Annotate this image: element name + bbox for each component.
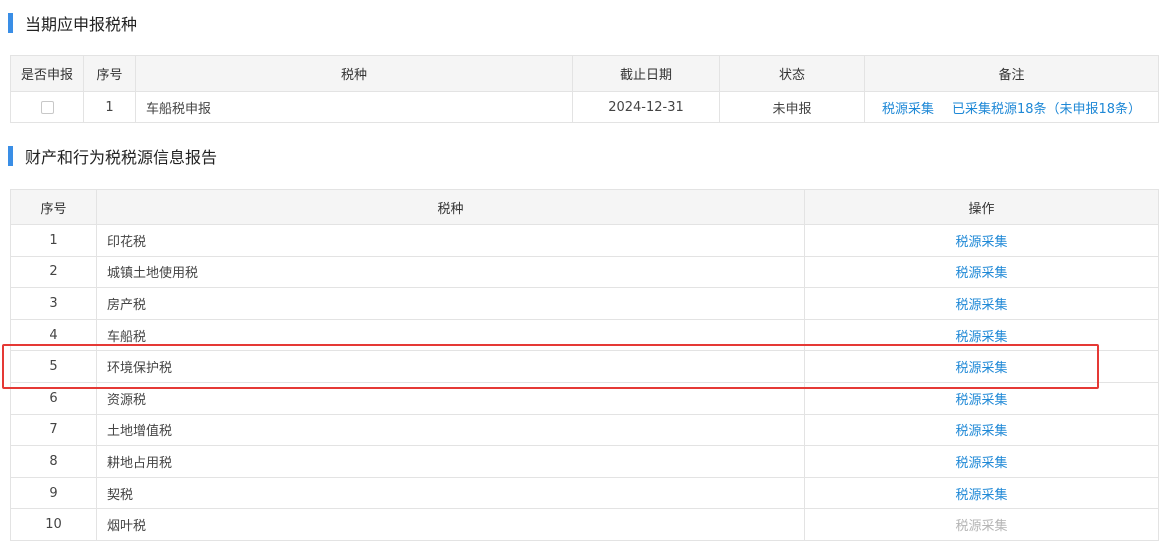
section-title-current-declaration: 当期应申报税种 [8, 12, 137, 34]
tax-source-collect-link[interactable]: 税源采集 [955, 456, 1007, 471]
header-tax-type: 税种 [96, 189, 805, 225]
tax-source-collect-link[interactable]: 税源采集 [955, 424, 1007, 439]
row-index: 5 [10, 350, 97, 383]
row-index: 8 [10, 445, 97, 478]
table-header-row: 序号 税种 操作 [10, 189, 1159, 225]
title-accent-bar [8, 146, 13, 166]
declare-checkbox-cell[interactable] [10, 91, 84, 123]
row-note: 税源采集 已采集税源18条（未申报18条） [864, 91, 1159, 123]
row-index: 7 [10, 413, 97, 447]
table-header-row: 是否申报 序号 税种 截止日期 状态 备注 [10, 55, 1159, 92]
row-tax-type: 车船税 [96, 318, 805, 352]
table-row: 8 耕地占用税 税源采集 [10, 445, 1159, 478]
declare-checkbox[interactable] [40, 100, 54, 114]
row-tax-type: 环境保护税 [96, 350, 805, 383]
row-tax-type: 车船税申报 [135, 91, 573, 123]
header-deadline: 截止日期 [572, 55, 720, 92]
row-index: 4 [10, 318, 97, 352]
row-tax-type: 房产税 [96, 287, 805, 320]
row-deadline: 2024-12-31 [572, 91, 720, 123]
tax-source-collect-link-disabled: 税源采集 [955, 519, 1008, 535]
tax-source-collect-link[interactable]: 税源采集 [955, 488, 1007, 503]
row-tax-type: 契税 [96, 476, 805, 510]
row-index: 3 [10, 287, 97, 320]
row-tax-type: 土地增值税 [96, 413, 805, 447]
current-declaration-table: 是否申报 序号 税种 截止日期 状态 备注 1 车船税申报 2024-12-31… [10, 55, 1159, 123]
row-tax-type: 资源税 [96, 381, 805, 415]
header-note: 备注 [864, 55, 1159, 92]
tax-source-collect-link[interactable]: 税源采集 [955, 298, 1007, 313]
table-row: 4 车船税 税源采集 [10, 318, 1159, 352]
tax-source-collect-link[interactable]: 税源采集 [955, 330, 1007, 345]
tax-source-collect-link[interactable]: 税源采集 [882, 102, 934, 117]
table-row-highlighted: 5 环境保护税 税源采集 [10, 350, 1159, 383]
row-index: 2 [10, 255, 97, 289]
row-tax-type: 耕地占用税 [96, 445, 805, 478]
table-row: 2 城镇土地使用税 税源采集 [10, 255, 1159, 289]
table-row: 3 房产税 税源采集 [10, 287, 1159, 320]
title-accent-bar [8, 13, 13, 33]
row-index: 1 [10, 224, 97, 257]
tax-source-collect-link[interactable]: 税源采集 [955, 235, 1007, 250]
header-tax-type: 税种 [135, 55, 573, 92]
tax-source-collect-link[interactable]: 税源采集 [955, 393, 1007, 408]
collected-sources-link[interactable]: 已采集税源18条（未申报18条） [952, 102, 1141, 117]
row-index: 1 [83, 91, 136, 123]
header-index: 序号 [83, 55, 136, 92]
table-row: 1 车船税申报 2024-12-31 未申报 税源采集 已采集税源18条（未申报1… [10, 91, 1159, 123]
section-title-text: 财产和行为税税源信息报告 [25, 148, 218, 167]
table-row: 7 土地增值税 税源采集 [10, 413, 1159, 447]
row-index: 9 [10, 476, 97, 510]
tax-source-report-table: 序号 税种 操作 1 印花税 税源采集 2 城镇土地使用税 税源采集 3 房产税… [10, 189, 1159, 541]
table-row: 1 印花税 税源采集 [10, 224, 1159, 257]
table-row: 9 契税 税源采集 [10, 476, 1159, 510]
row-tax-type: 印花税 [96, 224, 805, 257]
header-status: 状态 [719, 55, 865, 92]
tax-source-collect-link[interactable]: 税源采集 [955, 361, 1007, 376]
row-tax-type: 城镇土地使用税 [96, 255, 805, 289]
header-action: 操作 [804, 189, 1159, 225]
row-status: 未申报 [719, 91, 865, 123]
tax-source-collect-link[interactable]: 税源采集 [955, 266, 1007, 281]
section-title-text: 当期应申报税种 [25, 15, 138, 34]
section-title-property-behavior-tax: 财产和行为税税源信息报告 [8, 145, 217, 167]
row-index: 10 [10, 508, 97, 541]
header-declare: 是否申报 [10, 55, 84, 92]
row-tax-type: 烟叶税 [96, 508, 805, 541]
row-index: 6 [10, 381, 97, 415]
table-row-disabled: 10 烟叶税 税源采集 [10, 508, 1159, 541]
header-index: 序号 [10, 189, 97, 225]
table-row: 6 资源税 税源采集 [10, 381, 1159, 415]
